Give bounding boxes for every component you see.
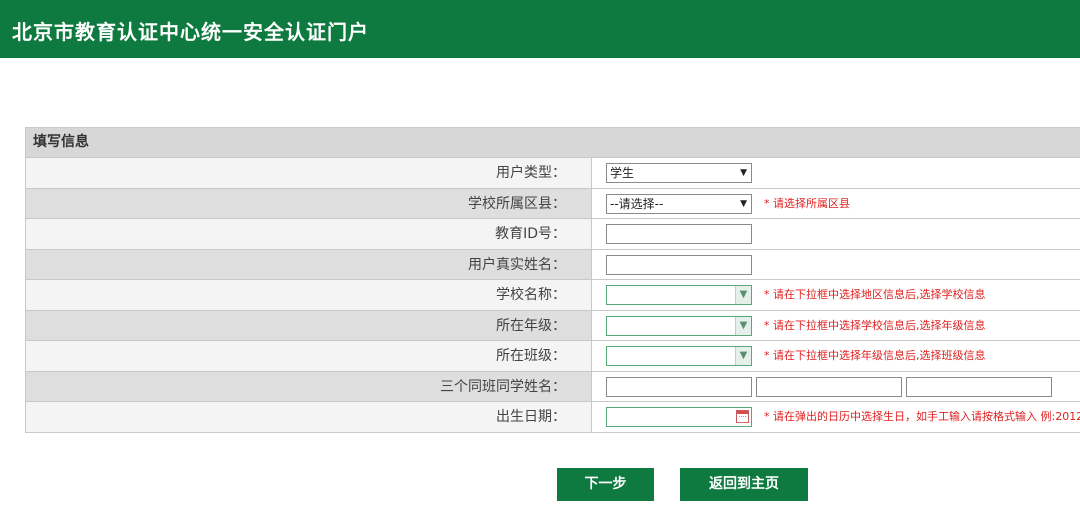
real-name-input[interactable] — [606, 254, 752, 275]
class-hint: * 请在下拉框中选择年级信息后,选择班级信息 — [764, 349, 986, 362]
chevron-down-icon[interactable]: ▼ — [735, 347, 751, 365]
back-home-button[interactable]: 返回到主页 — [680, 468, 808, 501]
edu-id-label: 教育ID号： — [495, 226, 566, 242]
grade-row: 所在年级： ▼ * 请在下拉框中选择学校信息后,选择年级信息 — [26, 310, 1080, 341]
user-type-row: 用户类型： 学生 ▼ — [26, 158, 1080, 189]
district-label: 学校所属区县： — [468, 195, 566, 212]
page-header: 北京市教育认证中心统一安全认证门户 — [0, 0, 1080, 58]
user-type-label: 用户类型： — [496, 165, 566, 181]
grade-hint: * 请在下拉框中选择学校信息后,选择年级信息 — [764, 318, 986, 332]
classmates-label: 三个同班同学姓名： — [440, 378, 566, 395]
user-type-value: 学生 — [610, 166, 635, 180]
school-label: 学校名称： — [496, 287, 566, 303]
dropdown-arrow-icon: ▼ — [740, 198, 747, 209]
class-label: 所在班级： — [496, 348, 566, 364]
grade-label: 所在年级： — [496, 317, 566, 334]
school-combobox[interactable]: ▼ — [606, 285, 752, 305]
chevron-down-icon[interactable]: ▼ — [735, 286, 751, 304]
classmate-2-input[interactable] — [756, 376, 902, 397]
calendar-icon[interactable] — [736, 410, 749, 423]
grade-combobox[interactable]: ▼ — [606, 315, 752, 336]
birthday-label: 出生日期： — [496, 409, 566, 425]
class-combobox[interactable]: ▼ — [606, 346, 752, 366]
birthday-hint: * 请在弹出的日历中选择生日，如手工输入请按格式输入 例:2012-01-01 — [764, 410, 1080, 423]
classmate-1-input[interactable] — [606, 376, 752, 397]
district-hint: * 请选择所属区县 — [764, 196, 850, 210]
class-row: 所在班级： ▼ * 请在下拉框中选择年级信息后,选择班级信息 — [26, 341, 1080, 372]
classmate-3-input[interactable] — [906, 376, 1052, 397]
registration-form: 填写信息 用户类型： 学生 ▼ 学校所属区县： --请选择-- ▼ * 请选择所… — [25, 127, 1080, 433]
edu-id-input[interactable] — [606, 224, 752, 244]
real-name-label: 用户真实姓名： — [468, 256, 566, 273]
dropdown-arrow-icon: ▼ — [740, 168, 747, 178]
district-select[interactable]: --请选择-- ▼ — [606, 193, 752, 214]
classmates-row: 三个同班同学姓名： — [26, 371, 1080, 402]
page-title: 北京市教育认证中心统一安全认证门户 — [12, 20, 369, 44]
chevron-down-icon[interactable]: ▼ — [735, 316, 751, 335]
birthday-input[interactable] — [606, 407, 752, 427]
section-title: 填写信息 — [26, 128, 1080, 158]
edu-id-row: 教育ID号： — [26, 219, 1080, 250]
district-row: 学校所属区县： --请选择-- ▼ * 请选择所属区县 — [26, 188, 1080, 219]
school-hint: * 请在下拉框中选择地区信息后,选择学校信息 — [764, 288, 986, 301]
district-value: --请选择-- — [610, 196, 664, 211]
user-type-select[interactable]: 学生 ▼ — [606, 163, 752, 183]
real-name-row: 用户真实姓名： — [26, 249, 1080, 280]
next-step-button[interactable]: 下一步 — [557, 468, 654, 501]
birthday-row: 出生日期： * 请在弹出的日历中选择生日，如手工输入请按格式输入 例:2012-… — [26, 402, 1080, 432]
school-row: 学校名称： ▼ * 请在下拉框中选择地区信息后,选择学校信息 — [26, 280, 1080, 311]
